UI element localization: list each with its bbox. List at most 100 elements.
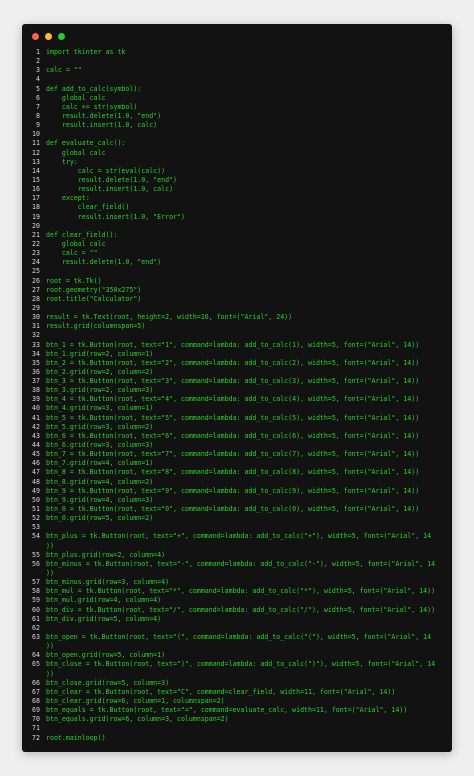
line-number: 13 (32, 157, 40, 166)
code-text: btn_9.grid(row=4, column=3) (46, 495, 154, 504)
code-line: 42 btn_5.grid(row=3, column=2) (22, 423, 452, 432)
line-number: 3 (36, 66, 40, 75)
code-text: btn_8 = tk.Button(root, text="8", comman… (46, 468, 420, 477)
line-number: 22 (32, 239, 40, 248)
code-text: import tkinter as tk (46, 48, 126, 56)
code-line: 61 btn_div.grid(row=5, column=4) (22, 615, 452, 624)
line-number: 64 (32, 651, 40, 660)
code-line: 21 def clear_field(): (22, 231, 452, 240)
line-number: 48 (32, 477, 40, 486)
code-line: 44 btn_6.grid(row=3, column=3) (22, 441, 452, 450)
line-number: 28 (32, 294, 40, 303)
code-line: 48 btn_8.grid(row=4, column=2) (22, 478, 452, 487)
code-text: btn_3.grid(row=2, column=3) (46, 386, 154, 395)
code-text: btn_equals.grid(row=6, column=3, columns… (46, 715, 229, 724)
code-line: 13 try: (22, 158, 452, 167)
code-line: 10 (22, 130, 452, 139)
code-line: 43 btn_6 = tk.Button(root, text="6", comm… (22, 432, 452, 441)
code-line: 22 global calc (22, 240, 452, 249)
line-number (22, 670, 46, 679)
code-line: 64 btn_open.grid(row=5, column=1) (22, 651, 452, 660)
code-text: btn_0 = tk.Button(root, text="0", comman… (46, 505, 420, 514)
code-text: def evaluate_calc(): (46, 139, 126, 148)
code-line: 26 root = tk.Tk() (22, 277, 452, 286)
code-line: 33 btn_1 = tk.Button(root, text="1", comm… (22, 341, 452, 350)
line-number: 58 (32, 587, 40, 596)
line-number (22, 569, 46, 578)
code-line: 18 clear_field() (22, 203, 452, 212)
code-line: 40 btn_4.grid(row=3, column=1) (22, 404, 452, 413)
code-text: btn_mul.grid(row=4, column=4) (46, 596, 162, 605)
line-number: 21 (32, 230, 40, 239)
line-number: 52 (32, 514, 40, 523)
code-line: 53 (22, 523, 452, 532)
line-number: 72 (32, 733, 40, 742)
code-line: 72 root.mainloop() (22, 734, 452, 743)
line-number: 25 (32, 267, 40, 276)
code-text: result.insert(1.0, "Error") (46, 212, 185, 221)
code-line: 69 btn_equals = tk.Button(root, text="=",… (22, 706, 452, 715)
code-text: btn_6.grid(row=3, column=3) (46, 441, 154, 450)
line-number: 30 (32, 313, 40, 322)
code-text: btn_close = tk.Button(root, text=")", co… (46, 660, 436, 669)
code-line: 31 result.grid(columnspan=5) (22, 322, 452, 331)
code-line: 34 btn_1.grid(row=2, column=1) (22, 350, 452, 359)
code-line: 41 btn_5 = tk.Button(root, text="5", comm… (22, 414, 452, 423)
code-line: 32 (22, 331, 452, 340)
line-number: 27 (32, 285, 40, 294)
code-line: 3 calc = "" (22, 66, 452, 75)
code-text: calc = str(eval(calc)) (46, 166, 166, 175)
code-line: 35 btn_2 = tk.Button(root, text="2", comm… (22, 359, 452, 368)
code-line: )) (22, 642, 452, 651)
line-number: 8 (36, 111, 40, 120)
code-text: calc = "" (46, 66, 82, 75)
line-number: 60 (32, 605, 40, 614)
line-number: 39 (32, 395, 40, 404)
code-line: 54 btn_plus = tk.Button(root, text="+", c… (22, 532, 452, 541)
line-number: 34 (32, 349, 40, 358)
code-line: 65 btn_close = tk.Button(root, text=")", … (22, 660, 452, 669)
code-line: 60 btn_div = tk.Button(root, text="/", co… (22, 606, 452, 615)
code-line: 63 btn_open = tk.Button(root, text="(", c… (22, 633, 452, 642)
code-text: btn_4.grid(row=3, column=1) (46, 404, 154, 413)
line-number: 15 (32, 175, 40, 184)
close-dot-icon[interactable] (32, 32, 39, 40)
code-text: btn_8.grid(row=4, column=2) (46, 477, 154, 486)
code-line: 38 btn_3.grid(row=2, column=3) (22, 386, 452, 395)
code-text: btn_close.grid(row=5, column=3) (46, 678, 170, 687)
code-text: btn_7 = tk.Button(root, text="7", comman… (46, 450, 420, 459)
line-number: 59 (32, 596, 40, 605)
line-number: 5 (36, 84, 40, 93)
code-text: )) (46, 569, 54, 578)
code-text: global calc (46, 93, 106, 102)
code-line: 25 (22, 267, 452, 276)
code-line: 47 btn_8 = tk.Button(root, text="8", comm… (22, 468, 452, 477)
line-number: 2 (36, 57, 40, 66)
code-line: 36 btn_2.grid(row=2, column=2) (22, 368, 452, 377)
minimize-dot-icon[interactable] (45, 32, 52, 40)
code-text: def add_to_calc(symbol): (46, 84, 142, 93)
code-text: result.grid(columnspan=5) (46, 322, 146, 331)
code-text: btn_5 = tk.Button(root, text="5", comman… (46, 413, 420, 422)
code-text: btn_3 = tk.Button(root, text="3", comman… (46, 377, 420, 386)
window-titlebar (22, 24, 452, 48)
code-line: 55 btn_plus.grid(row=2, column=4) (22, 551, 452, 560)
code-line: 20 (22, 222, 452, 231)
line-number: 55 (32, 550, 40, 559)
code-text: btn_1.grid(row=2, column=1) (46, 349, 154, 358)
code-line: 30 result = tk.Text(root, height=2, width… (22, 313, 452, 322)
line-number: 31 (32, 322, 40, 331)
code-line: 58 btn_mul = tk.Button(root, text="*", co… (22, 587, 452, 596)
code-editor[interactable]: 1 import tkinter as tk 2 3 calc = "" 4 5 def ad… (22, 48, 452, 743)
code-text: root.title("Calculator") (46, 294, 142, 303)
line-number (22, 642, 46, 651)
code-text: btn_div = tk.Button(root, text="/", comm… (46, 605, 436, 614)
code-text: btn_minus.grid(row=3, column=4) (46, 578, 170, 587)
line-number: 40 (32, 404, 40, 413)
code-text: )) (46, 642, 54, 651)
maximize-dot-icon[interactable] (58, 32, 65, 40)
code-line: 14 calc = str(eval(calc)) (22, 167, 452, 176)
